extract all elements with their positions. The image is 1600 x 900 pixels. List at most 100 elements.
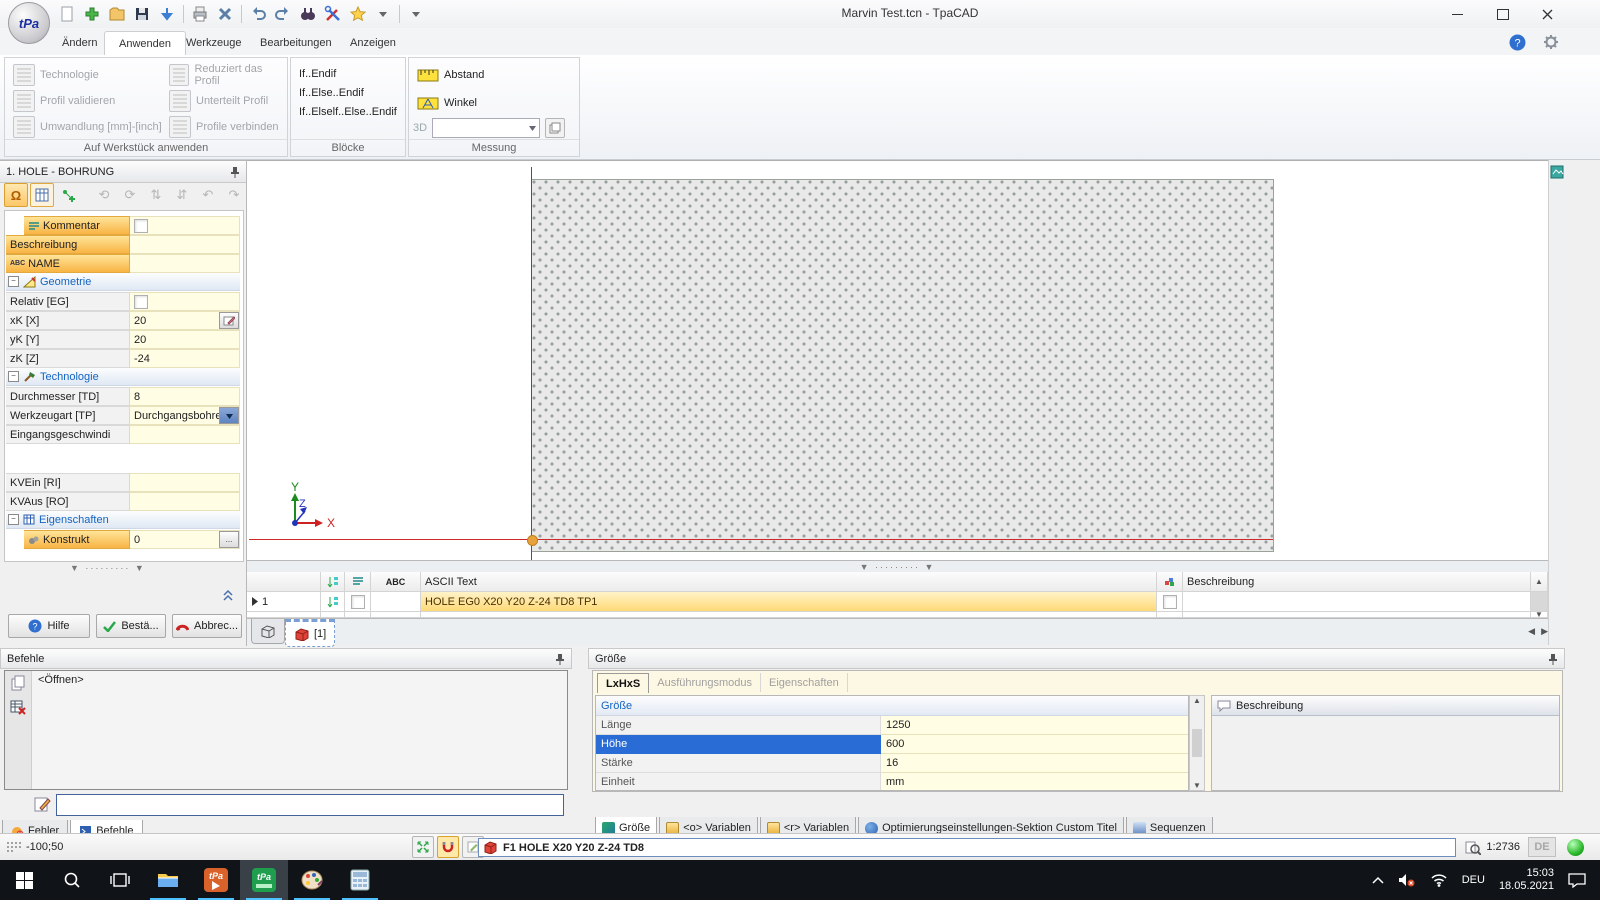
property-relativ[interactable]: Relativ [EG] (6, 292, 130, 311)
kvaus-value[interactable] (130, 492, 240, 511)
profil-validieren-button[interactable]: Profil validieren (9, 88, 166, 114)
collapse-box-icon[interactable]: − (8, 514, 19, 525)
beschreibung-value[interactable] (130, 235, 240, 254)
undo-icon[interactable] (247, 3, 269, 25)
save-icon[interactable] (131, 3, 153, 25)
if-elseif-else-endif-button[interactable]: If..Elself..Else..Endif (299, 102, 397, 121)
property-kommentar[interactable]: Kommentar (24, 216, 130, 235)
table-row[interactable]: Länge 1250 (596, 716, 1188, 735)
size-table-scrollbar[interactable]: ▲▼ (1189, 695, 1205, 791)
workpiece-panel[interactable] (531, 179, 1274, 552)
description-column-header[interactable]: Beschreibung (1183, 572, 1531, 592)
row-checkbox[interactable] (351, 595, 365, 609)
omega-parametric-button[interactable]: Ω (4, 183, 28, 207)
help-button[interactable]: ? Hilfe (8, 614, 90, 638)
redo-curve-icon[interactable]: ↷ (222, 183, 246, 207)
undo-curve-icon[interactable]: ↶ (196, 183, 220, 207)
collapse-box-icon[interactable]: − (8, 276, 19, 287)
star-dropdown-icon[interactable] (372, 3, 394, 25)
property-kvein[interactable]: KVEin [RI] (6, 473, 130, 492)
keyboard-language[interactable]: DEU (1462, 874, 1485, 886)
new-document-icon[interactable] (56, 3, 78, 25)
reload-up-icon[interactable]: ⟲ (92, 183, 116, 207)
command-input[interactable] (56, 794, 564, 816)
commands-list-item[interactable]: <Öffnen> (32, 671, 567, 789)
property-beschreibung[interactable]: Beschreibung (6, 235, 130, 254)
umwandlung-button[interactable]: Umwandlung [mm]-[inch] (9, 114, 166, 140)
tray-chevron-icon[interactable] (1372, 876, 1384, 884)
program-line-text[interactable]: HOLE EG0 X20 Y20 Z-24 TD8 TP1 (421, 592, 1157, 612)
staerke-value[interactable]: 16 (881, 754, 1188, 773)
tpacad-orange-button[interactable]: tPa (192, 860, 240, 900)
zk-value[interactable]: -24 (130, 349, 240, 368)
list-icon[interactable] (345, 572, 371, 592)
action-center-icon[interactable] (1568, 873, 1586, 888)
abstand-button[interactable]: Abstand (413, 62, 488, 88)
paint-button[interactable] (288, 860, 336, 900)
ascii-text-column-header[interactable]: ASCII Text (421, 572, 1157, 592)
property-durchmesser[interactable]: Durchmesser [TD] (6, 387, 130, 406)
winkel-button[interactable]: Winkel (413, 90, 481, 116)
tab-ausfuehrungsmodus[interactable]: Ausführungsmodus (649, 673, 761, 692)
import-icon[interactable] (156, 3, 178, 25)
clock[interactable]: 15:03 18.05.2021 (1499, 867, 1554, 893)
collapse-box-icon[interactable]: − (8, 371, 19, 382)
yk-value[interactable]: 20 (130, 330, 240, 349)
toolbar-options-icon[interactable] (405, 3, 427, 25)
if-endif-button[interactable]: If..Endif (299, 64, 397, 83)
file-explorer-button[interactable] (144, 860, 192, 900)
laenge-value[interactable]: 1250 (881, 716, 1188, 735)
tab-aendern[interactable]: Ändern (48, 31, 111, 55)
collapse-chevron-icon[interactable] (222, 589, 234, 601)
language-badge[interactable]: DE (1528, 837, 1556, 857)
property-name[interactable]: ABC NAME (6, 254, 130, 273)
fit-view-button[interactable] (412, 836, 434, 858)
relativ-checkbox[interactable] (134, 295, 148, 309)
grid-view-button[interactable] (30, 183, 54, 207)
search-button[interactable] (48, 860, 96, 900)
minimize-button[interactable] (1435, 0, 1480, 28)
program-row[interactable]: 1 HOLE EG0 X20 Y20 Z-24 TD8 TP1 (247, 592, 1548, 612)
tab-bearbeitungen[interactable]: Bearbeitungen (246, 31, 346, 55)
reload-down-icon[interactable]: ⟳ (118, 183, 142, 207)
description-checkbox[interactable] (1163, 595, 1177, 609)
active-command-box[interactable]: F1 HOLE X20 Y20 Z-24 TD8 (478, 838, 1456, 857)
property-kvaus[interactable]: KVAus [RO] (6, 492, 130, 511)
view-camera-icon[interactable] (1550, 164, 1565, 180)
unterteilt-profil-button[interactable]: Unterteilt Profil (165, 88, 287, 114)
property-eingangsgeschwindigkeit[interactable]: Eingangsgeschwindi (6, 425, 130, 444)
hoehe-value[interactable]: 600 (881, 735, 1188, 754)
einheit-value[interactable]: mm (881, 773, 1188, 791)
3d-pages-button[interactable] (545, 118, 565, 138)
durchmesser-value[interactable]: 8 (130, 387, 240, 406)
property-xk[interactable]: xK [X] (6, 311, 130, 330)
abc-column-header[interactable]: ABC (371, 572, 421, 592)
snap-button[interactable] (437, 836, 459, 858)
start-button[interactable] (0, 860, 48, 900)
favorites-star-icon[interactable] (347, 3, 369, 25)
move-up-icon[interactable]: ⇅ (144, 183, 168, 207)
property-yk[interactable]: yK [Y] (6, 330, 130, 349)
ellipsis-button[interactable]: ... (219, 531, 239, 548)
pin-icon[interactable] (555, 653, 565, 665)
redo-icon[interactable] (272, 3, 294, 25)
tab-scroll-left-icon[interactable]: ◀ (1528, 626, 1535, 637)
drawing-canvas[interactable]: Y X Z (247, 160, 1548, 561)
tab-eigenschaften[interactable]: Eigenschaften (761, 673, 848, 692)
kommentar-checkbox[interactable] (134, 219, 148, 233)
table-row-selected[interactable]: Höhe 600 (596, 735, 1188, 754)
task-view-button[interactable] (96, 860, 144, 900)
pin-icon[interactable] (230, 166, 240, 178)
konstrukt-value[interactable]: 0 ... (130, 530, 240, 549)
pin-icon[interactable] (1548, 653, 1558, 665)
cancel-button[interactable]: Abbrec... (172, 614, 242, 638)
open-folder-icon[interactable] (106, 3, 128, 25)
tools-icon[interactable] (322, 3, 344, 25)
volume-muted-icon[interactable] (1398, 873, 1416, 887)
technologie-button[interactable]: Technologie (9, 62, 166, 88)
description-content[interactable] (1212, 716, 1559, 790)
move-down-icon[interactable]: ⇵ (170, 183, 194, 207)
app-logo-icon[interactable]: tPa (8, 2, 50, 44)
table-row[interactable]: Stärke 16 (596, 754, 1188, 773)
scrollbar-thumb[interactable] (1531, 592, 1548, 612)
